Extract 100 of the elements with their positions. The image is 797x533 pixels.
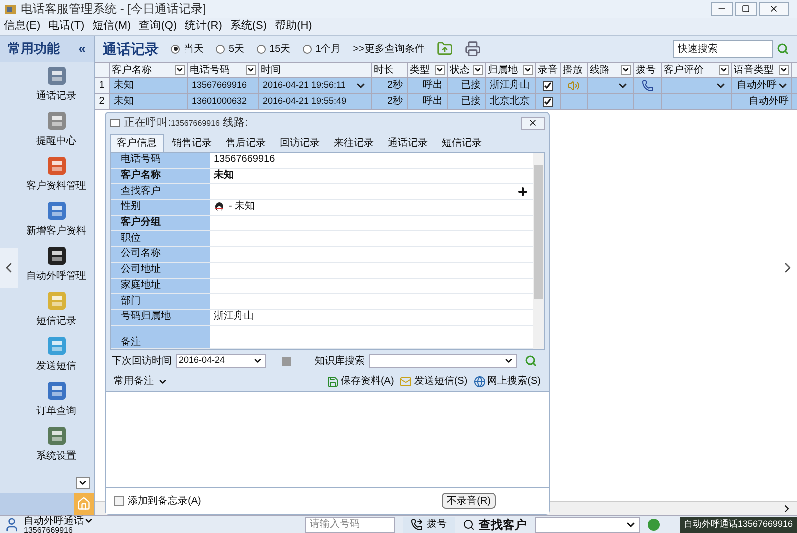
field-label: 备注 (121, 338, 141, 348)
field-label: 电话号码 (121, 155, 161, 166)
column-header[interactable]: 线路 (588, 63, 634, 77)
filter-button[interactable] (435, 65, 445, 75)
caret-icon (504, 356, 514, 366)
filter-button[interactable] (621, 65, 631, 75)
search-icon[interactable] (525, 355, 537, 367)
action-button[interactable]: 保存资料(A) (326, 374, 394, 389)
range-radio[interactable]: 15天 (256, 42, 291, 56)
caret-icon (436, 66, 444, 74)
caret-icon (524, 66, 532, 74)
column-header[interactable]: 拨号 (634, 63, 662, 77)
sidebar-item[interactable]: 短信记录 (19, 287, 94, 332)
menu-item[interactable]: 统计(R) (185, 18, 222, 35)
collapse-icon[interactable] (110, 119, 120, 127)
search-icon[interactable] (777, 43, 789, 55)
range-radio[interactable]: 1个月 (302, 42, 342, 56)
recorded-checkbox[interactable] (543, 80, 553, 90)
quick-search-field[interactable]: 快速搜索 (673, 40, 773, 58)
knowledge-search-field[interactable] (369, 354, 517, 368)
sidebar-item[interactable]: 提醒中心 (19, 107, 94, 152)
range-radio[interactable]: 当天 (171, 42, 204, 56)
column-header[interactable]: 客户评价 (662, 63, 732, 77)
save-icon (326, 376, 339, 388)
column-header[interactable]: 状态 (448, 63, 486, 77)
row-number: 2 (95, 94, 110, 109)
table-cell: 浙江舟山 (486, 78, 536, 93)
filter-button[interactable] (473, 65, 483, 75)
next-visit-label: 下次回访时间 (112, 354, 172, 368)
close-button[interactable] (521, 116, 545, 130)
dialog-tab[interactable]: 来往记录 (328, 134, 380, 152)
column-header[interactable]: 类型 (408, 63, 448, 77)
sidebar-item[interactable]: 客户资料管理 (19, 152, 94, 197)
action-button[interactable]: 发送短信(S) (400, 374, 468, 389)
maximize-button[interactable] (735, 2, 757, 16)
sidebar-item[interactable]: 发送短信 (19, 332, 94, 377)
menu-item[interactable]: 信息(E) (4, 18, 41, 35)
menu-item[interactable]: 帮助(H) (275, 18, 312, 35)
dialog-tab[interactable]: 通话记录 (382, 134, 434, 152)
caret-icon[interactable] (84, 516, 94, 526)
table-cell: 北京北京 (486, 94, 536, 109)
field-label: 性别 (121, 202, 141, 212)
field-value: 未知 (214, 171, 234, 182)
window-title: 电话客服管理系统 - [今日通话记录] (21, 1, 206, 18)
no-record-button[interactable]: 不录音(R) (442, 493, 496, 509)
recorded-checkbox[interactable] (543, 96, 553, 106)
column-header[interactable]: 时长 (372, 63, 408, 77)
filter-button[interactable] (719, 65, 729, 75)
menu-item[interactable]: 查询(Q) (139, 18, 178, 35)
sidebar-item[interactable]: 系统设置 (19, 422, 94, 467)
field-value: 13567669916 (214, 155, 276, 166)
dial-icon[interactable] (642, 80, 654, 92)
more-filters-link[interactable]: >>更多查询条件 (353, 42, 425, 56)
filter-button[interactable] (246, 65, 256, 75)
field-label: 查找客户 (121, 186, 161, 197)
scroll-down-button[interactable] (76, 477, 90, 489)
dialog-tab[interactable]: 售后记录 (220, 134, 272, 152)
envelope-icon (400, 376, 412, 388)
column-header[interactable]: 客户名称 (110, 63, 188, 77)
dialog-tab[interactable]: 销售记录 (166, 134, 218, 152)
action-button[interactable]: 网上搜索(S) (474, 374, 541, 389)
range-radio[interactable]: 5天 (216, 42, 245, 56)
collapse-button[interactable]: « (78, 39, 86, 59)
column-header[interactable]: 播放 (561, 63, 588, 77)
mode-selector[interactable]: 自动外呼通话 (24, 516, 84, 526)
date-picker[interactable]: 2016-04-24 (176, 354, 266, 368)
globe-icon (474, 376, 486, 388)
add-icon[interactable] (517, 186, 529, 198)
caret-icon (622, 66, 630, 74)
find-customer-button[interactable]: 查找客户 (455, 516, 535, 532)
column-header[interactable]: 归属地 (486, 63, 536, 77)
column-header[interactable]: 电话号码 (188, 63, 259, 77)
menu-item[interactable]: 系统(S) (230, 18, 268, 35)
scrollbar[interactable] (533, 153, 544, 349)
phone-number-field[interactable]: 请输入号码 (305, 516, 395, 532)
filter-button[interactable] (175, 65, 185, 75)
menu-item[interactable]: 电话(T) (48, 18, 85, 35)
column-header[interactable]: 时间 (259, 63, 372, 77)
menu-item[interactable]: 短信(M) (92, 18, 132, 35)
table-row[interactable]: 2 未知 13601000632 2016-04-21 19:55:49 2秒 呼出 已接 北京北京 自动外呼 (95, 94, 797, 110)
sidebar-item[interactable]: 通话记录 (19, 62, 94, 107)
dialog-tab[interactable]: 回访记录 (274, 134, 326, 152)
column-header[interactable]: 语音类型 (732, 63, 792, 77)
table-row[interactable]: 1 未知 13567669916 2016-04-21 19:56:11 2秒 呼出 已接 浙江舟山 自动外呼 (95, 78, 797, 94)
memo-checkbox[interactable]: 添加到备忘录(A) (114, 494, 202, 508)
column-header[interactable]: 录音 (536, 63, 561, 77)
sidebar-item[interactable]: 订单查询 (19, 377, 94, 422)
filter-button[interactable] (779, 65, 789, 75)
filter-button[interactable] (523, 65, 533, 75)
sidebar-item[interactable]: 新增客户资料 (19, 197, 94, 242)
print-icon[interactable] (464, 41, 481, 57)
dialog-tab[interactable]: 短信记录 (436, 134, 488, 152)
phone-icon (411, 518, 423, 530)
field-label: 家庭地址 (121, 280, 161, 291)
common-notes-menu[interactable]: 常用备注 (114, 374, 154, 389)
export-icon[interactable] (436, 41, 453, 57)
sidebar-item[interactable]: 自动外呼管理 (19, 242, 94, 287)
dial-button[interactable]: 拨号 (403, 516, 455, 532)
close-button[interactable] (759, 2, 789, 16)
dialog-tab[interactable]: 客户信息 (110, 134, 164, 152)
